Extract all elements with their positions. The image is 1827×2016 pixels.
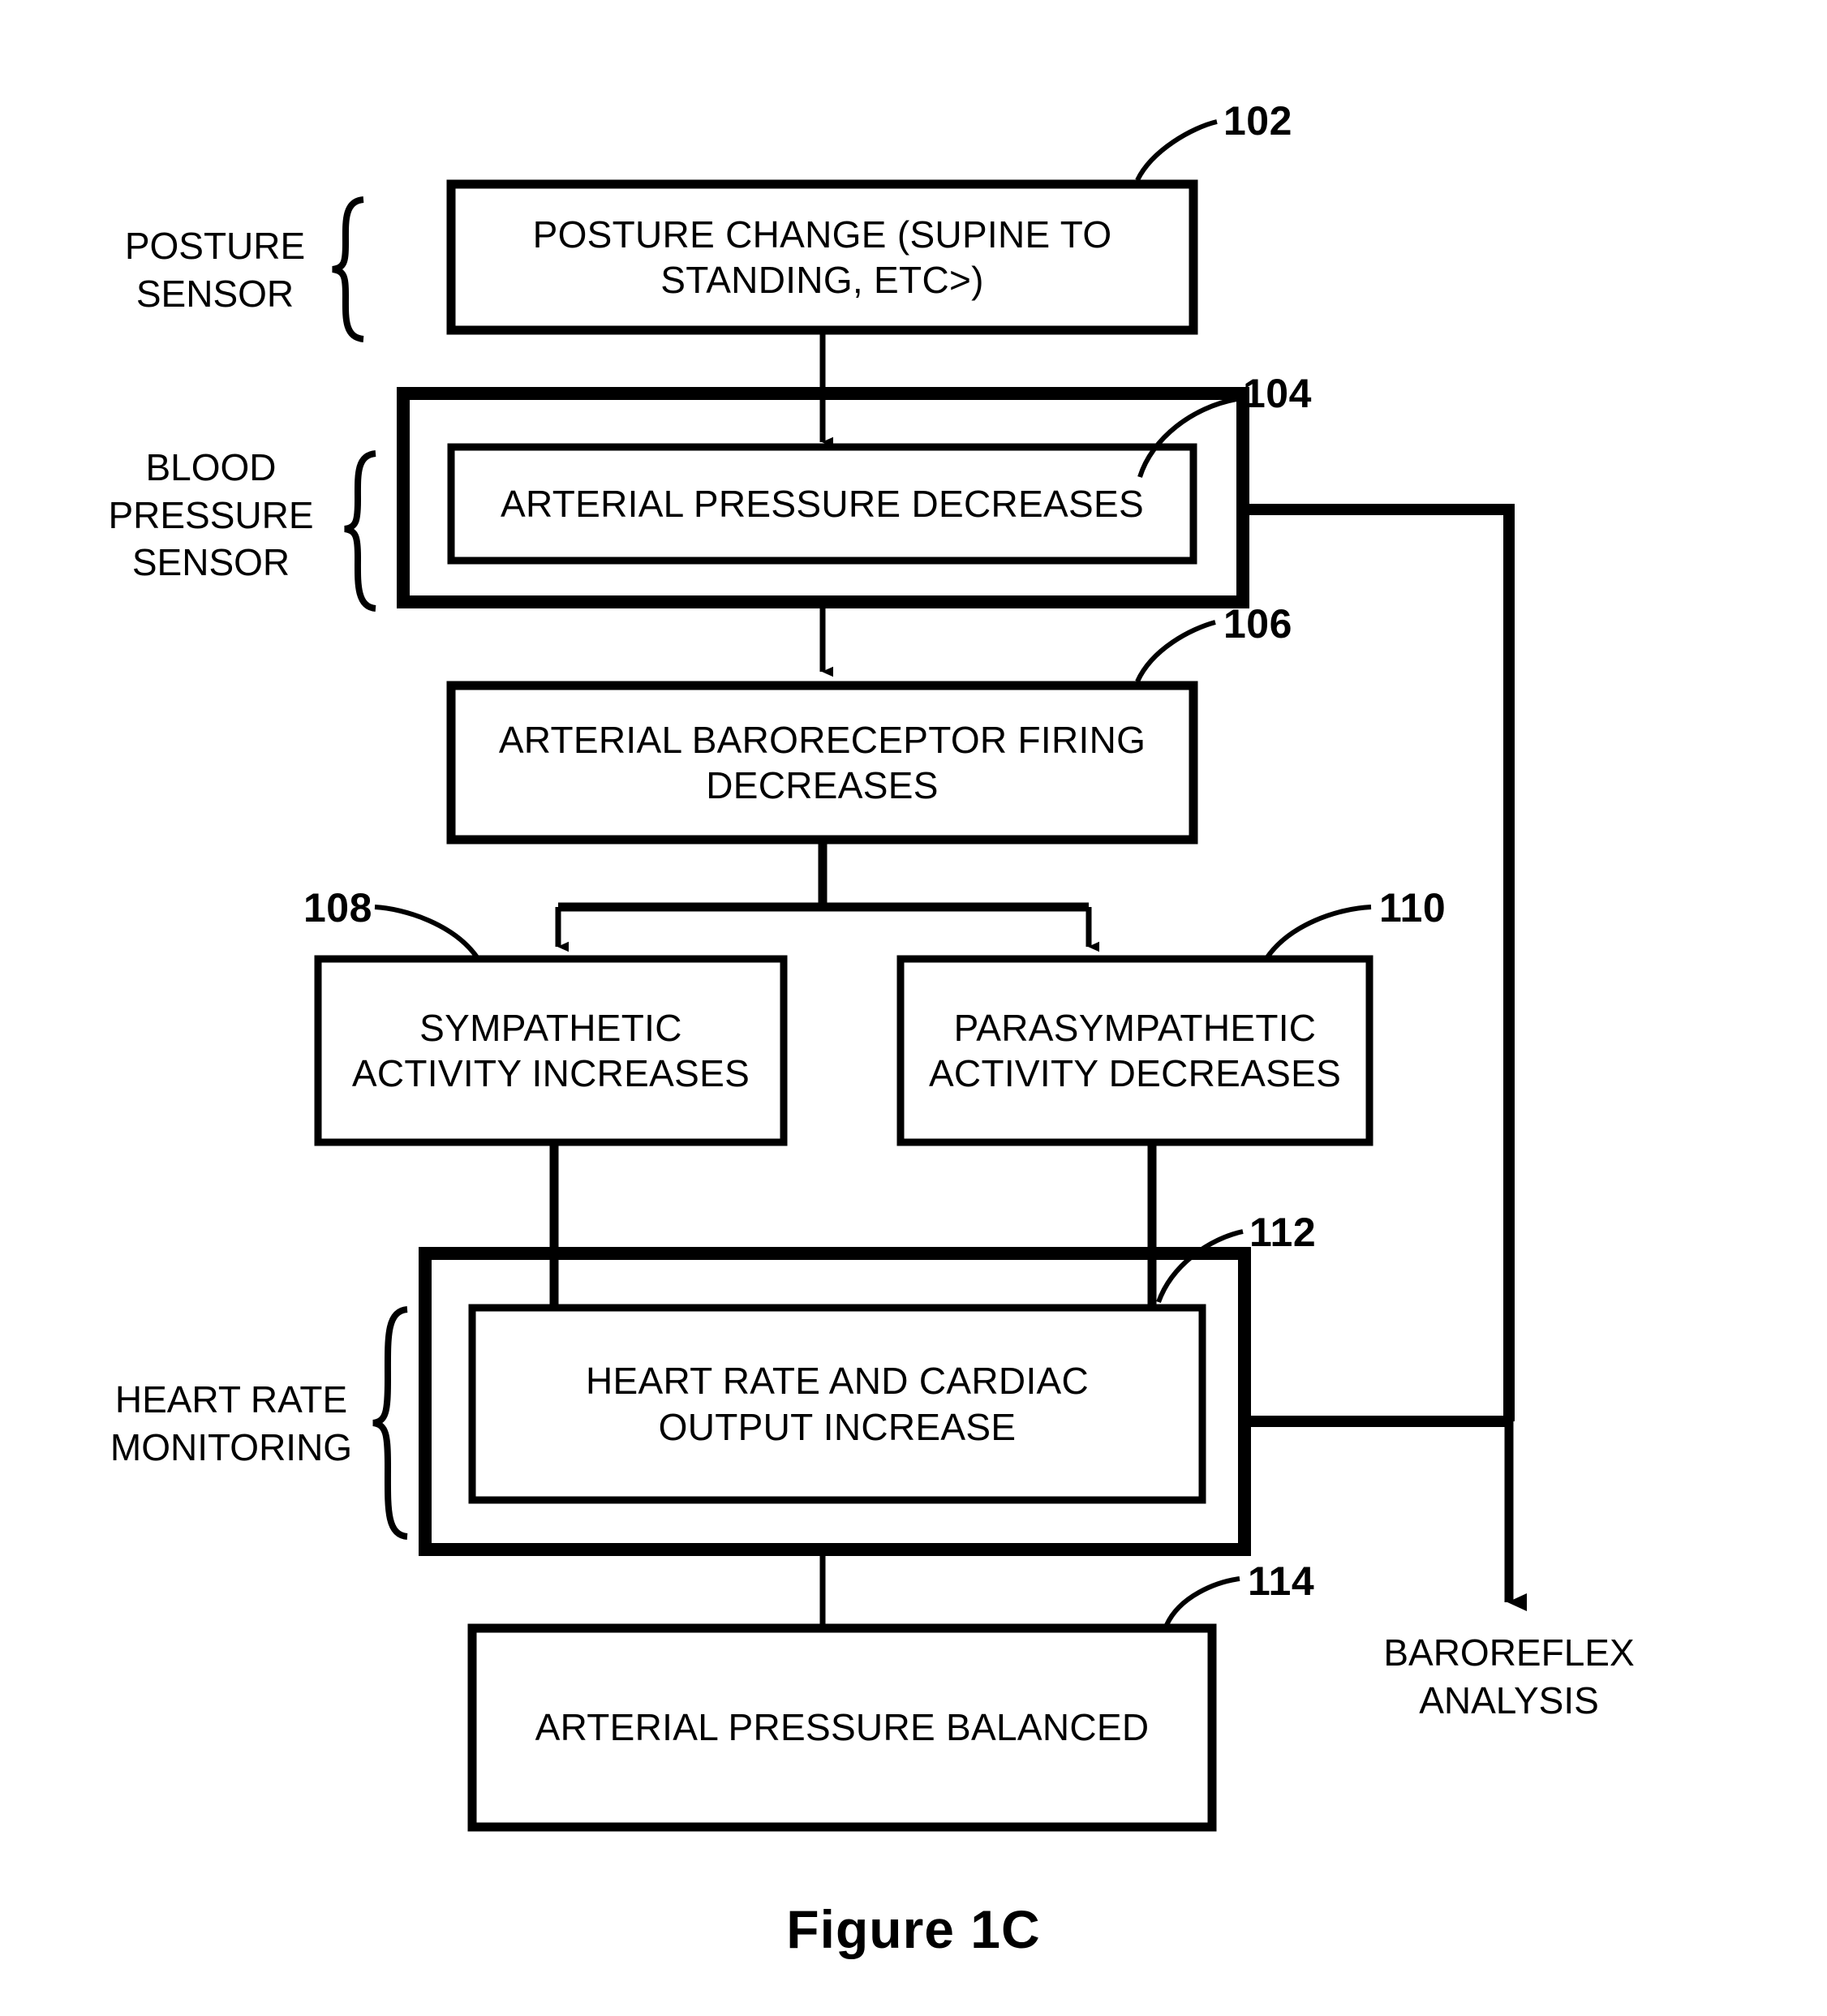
figure-caption: Figure 1C	[786, 1899, 1041, 1959]
leader-line-110	[1265, 905, 1372, 959]
side-label-posture-sensor: POSTURE SENSOR	[124, 224, 306, 315]
ref-number-110: 110	[1379, 885, 1447, 931]
patent-figure-1c: POSTURE CHANGE (SUPINE TO STANDING, ETC>…	[0, 0, 1827, 2016]
leader-line-114	[1164, 1576, 1240, 1627]
output-label-baroreflex-analysis: BAROREFLEX ANALYSIS	[1383, 1631, 1635, 1722]
leader-line-102	[1135, 119, 1218, 182]
ref-number-114: 114	[1248, 1558, 1315, 1604]
ref-number-112: 112	[1249, 1210, 1317, 1255]
box-label-arterial-pressure-balanced: ARTERIAL PRESSURE BALANCED	[535, 1706, 1150, 1749]
ref-number-108: 108	[303, 885, 372, 931]
box-label-heart-rate-cardiac-output-increase: HEART RATE AND CARDIAC OUTPUT INCREASE	[585, 1360, 1090, 1448]
box-label-parasympathetic-activity-decreases: PARASYMPATHETIC ACTIVITY DECREASES	[928, 1006, 1342, 1094]
leader-line-106	[1135, 620, 1216, 683]
ref-number-104: 104	[1243, 371, 1312, 416]
brace-blood-pressure-sensor	[344, 450, 376, 612]
ref-number-102: 102	[1223, 98, 1292, 144]
box-label-sympathetic-activity-increases: SYMPATHETIC ACTIVITY INCREASES	[351, 1006, 750, 1094]
ref-number-106: 106	[1223, 601, 1292, 647]
box-label-arterial-pressure-decreases: ARTERIAL PRESSURE DECREASES	[501, 482, 1144, 525]
brace-heart-rate-monitoring	[372, 1306, 408, 1540]
leader-line-108	[374, 905, 479, 959]
leader-line-112	[1156, 1229, 1244, 1304]
side-label-blood-pressure-sensor: BLOOD PRESSURE SENSOR	[108, 445, 314, 584]
side-label-heart-rate-monitoring: HEART RATE MONITORING	[110, 1378, 353, 1468]
connector-106-split	[558, 840, 1089, 912]
box-label-baroreceptor-firing-decreases: ARTERIAL BARORECEPTOR FIRING DECREASES	[498, 718, 1146, 806]
box-label-posture-change: POSTURE CHANGE (SUPINE TO STANDING, ETC>…	[532, 213, 1112, 301]
brace-posture-sensor	[332, 196, 364, 342]
